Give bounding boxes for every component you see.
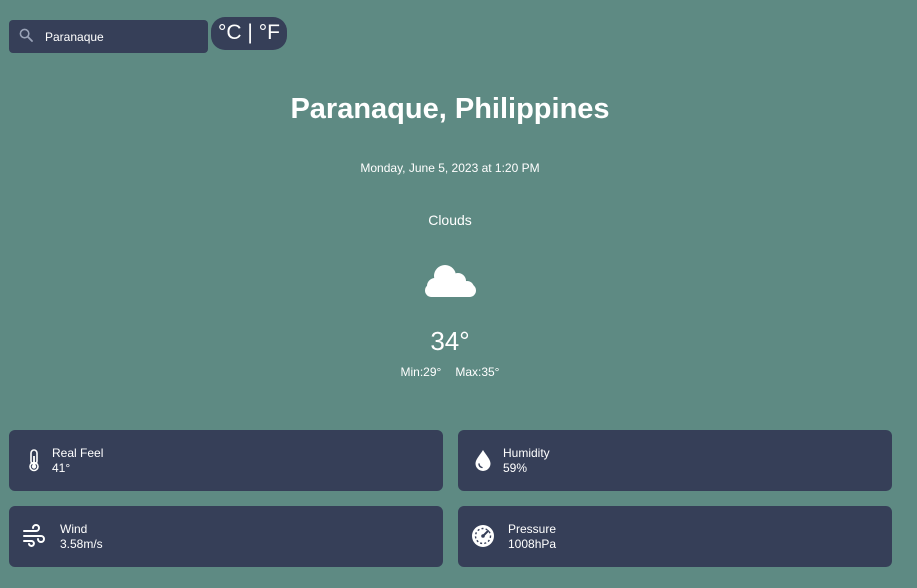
wind-icon xyxy=(23,524,45,547)
pressure-card: Pressure 1008hPa xyxy=(458,506,892,567)
card-title: Real Feel xyxy=(52,446,104,460)
card-value: 59% xyxy=(503,461,528,475)
min-temperature: Min:29° xyxy=(400,365,442,379)
card-value: 41° xyxy=(52,461,71,475)
card-value: 1008hPa xyxy=(508,537,557,551)
search-box[interactable] xyxy=(9,20,208,53)
humidity-text: Humidity 59% xyxy=(503,446,550,476)
humidity-card: Humidity 59% xyxy=(458,430,892,491)
card-title: Wind xyxy=(60,522,88,536)
current-temperature: 34° xyxy=(430,326,470,356)
weather-condition: Clouds xyxy=(428,212,472,228)
search-icon xyxy=(19,28,33,42)
card-title: Humidity xyxy=(503,446,550,460)
date-time: Monday, June 5, 2023 at 1:20 PM xyxy=(360,161,540,175)
wind-text: Wind 3.58m/s xyxy=(60,522,103,552)
thermometer-icon xyxy=(29,449,39,472)
real-feel-card: Real Feel 41° xyxy=(9,430,443,491)
card-value: 3.58m/s xyxy=(60,537,103,551)
max-temperature: Max:35° xyxy=(455,365,500,379)
card-title: Pressure xyxy=(508,522,557,536)
wind-card: Wind 3.58m/s xyxy=(9,506,443,567)
cloud-icon xyxy=(425,265,476,297)
location-title: Paranaque, Philippines xyxy=(290,93,610,125)
gauge-icon xyxy=(472,525,494,547)
unit-toggle-button[interactable]: °C | °F xyxy=(211,17,287,50)
min-max-temperature: Min:29° Max:35° xyxy=(0,365,900,379)
pressure-text: Pressure 1008hPa xyxy=(508,522,556,552)
water-drop-icon xyxy=(475,450,491,471)
search-input[interactable] xyxy=(45,20,205,53)
real-feel-text: Real Feel 41° xyxy=(52,446,103,476)
